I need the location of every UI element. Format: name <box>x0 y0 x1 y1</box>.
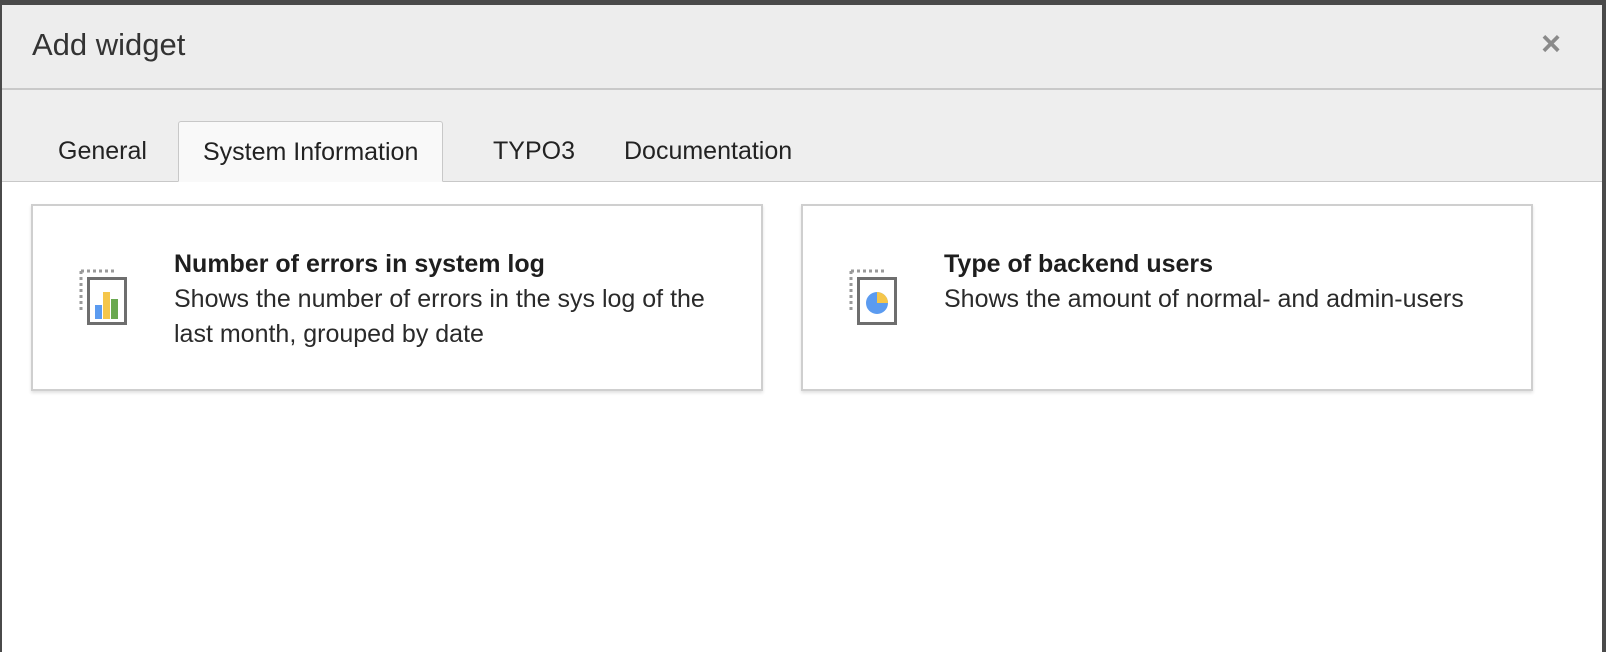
widget-card-text: Number of errors in system log Shows the… <box>174 248 734 352</box>
tab-general[interactable]: General <box>34 121 171 182</box>
widget-title: Number of errors in system log <box>174 250 545 278</box>
add-widget-modal: Add widget × General System Information … <box>2 5 1602 652</box>
widget-card-text: Type of backend users Shows the amount o… <box>944 248 1504 317</box>
tab-system-information[interactable]: System Information <box>178 121 444 182</box>
modal-header: Add widget × <box>2 5 1602 90</box>
widget-description: Shows the amount of normal- and admin-us… <box>944 285 1464 313</box>
tab-typo3[interactable]: TYPO3 <box>469 121 599 182</box>
widget-card-sys-log-errors[interactable]: Number of errors in system log Shows the… <box>31 204 763 391</box>
pie-chart-widget-icon <box>849 269 899 329</box>
bar-chart-widget-icon <box>79 269 129 329</box>
close-icon[interactable]: × <box>1534 27 1568 61</box>
widget-description: Shows the number of errors in the sys lo… <box>174 285 705 348</box>
widget-title: Type of backend users <box>944 250 1214 278</box>
widget-card-backend-users[interactable]: Type of backend users Shows the amount o… <box>801 204 1533 391</box>
tab-documentation[interactable]: Documentation <box>600 121 816 182</box>
tab-bar: General System Information TYPO3 Documen… <box>2 90 1602 182</box>
modal-title: Add widget <box>32 27 186 62</box>
